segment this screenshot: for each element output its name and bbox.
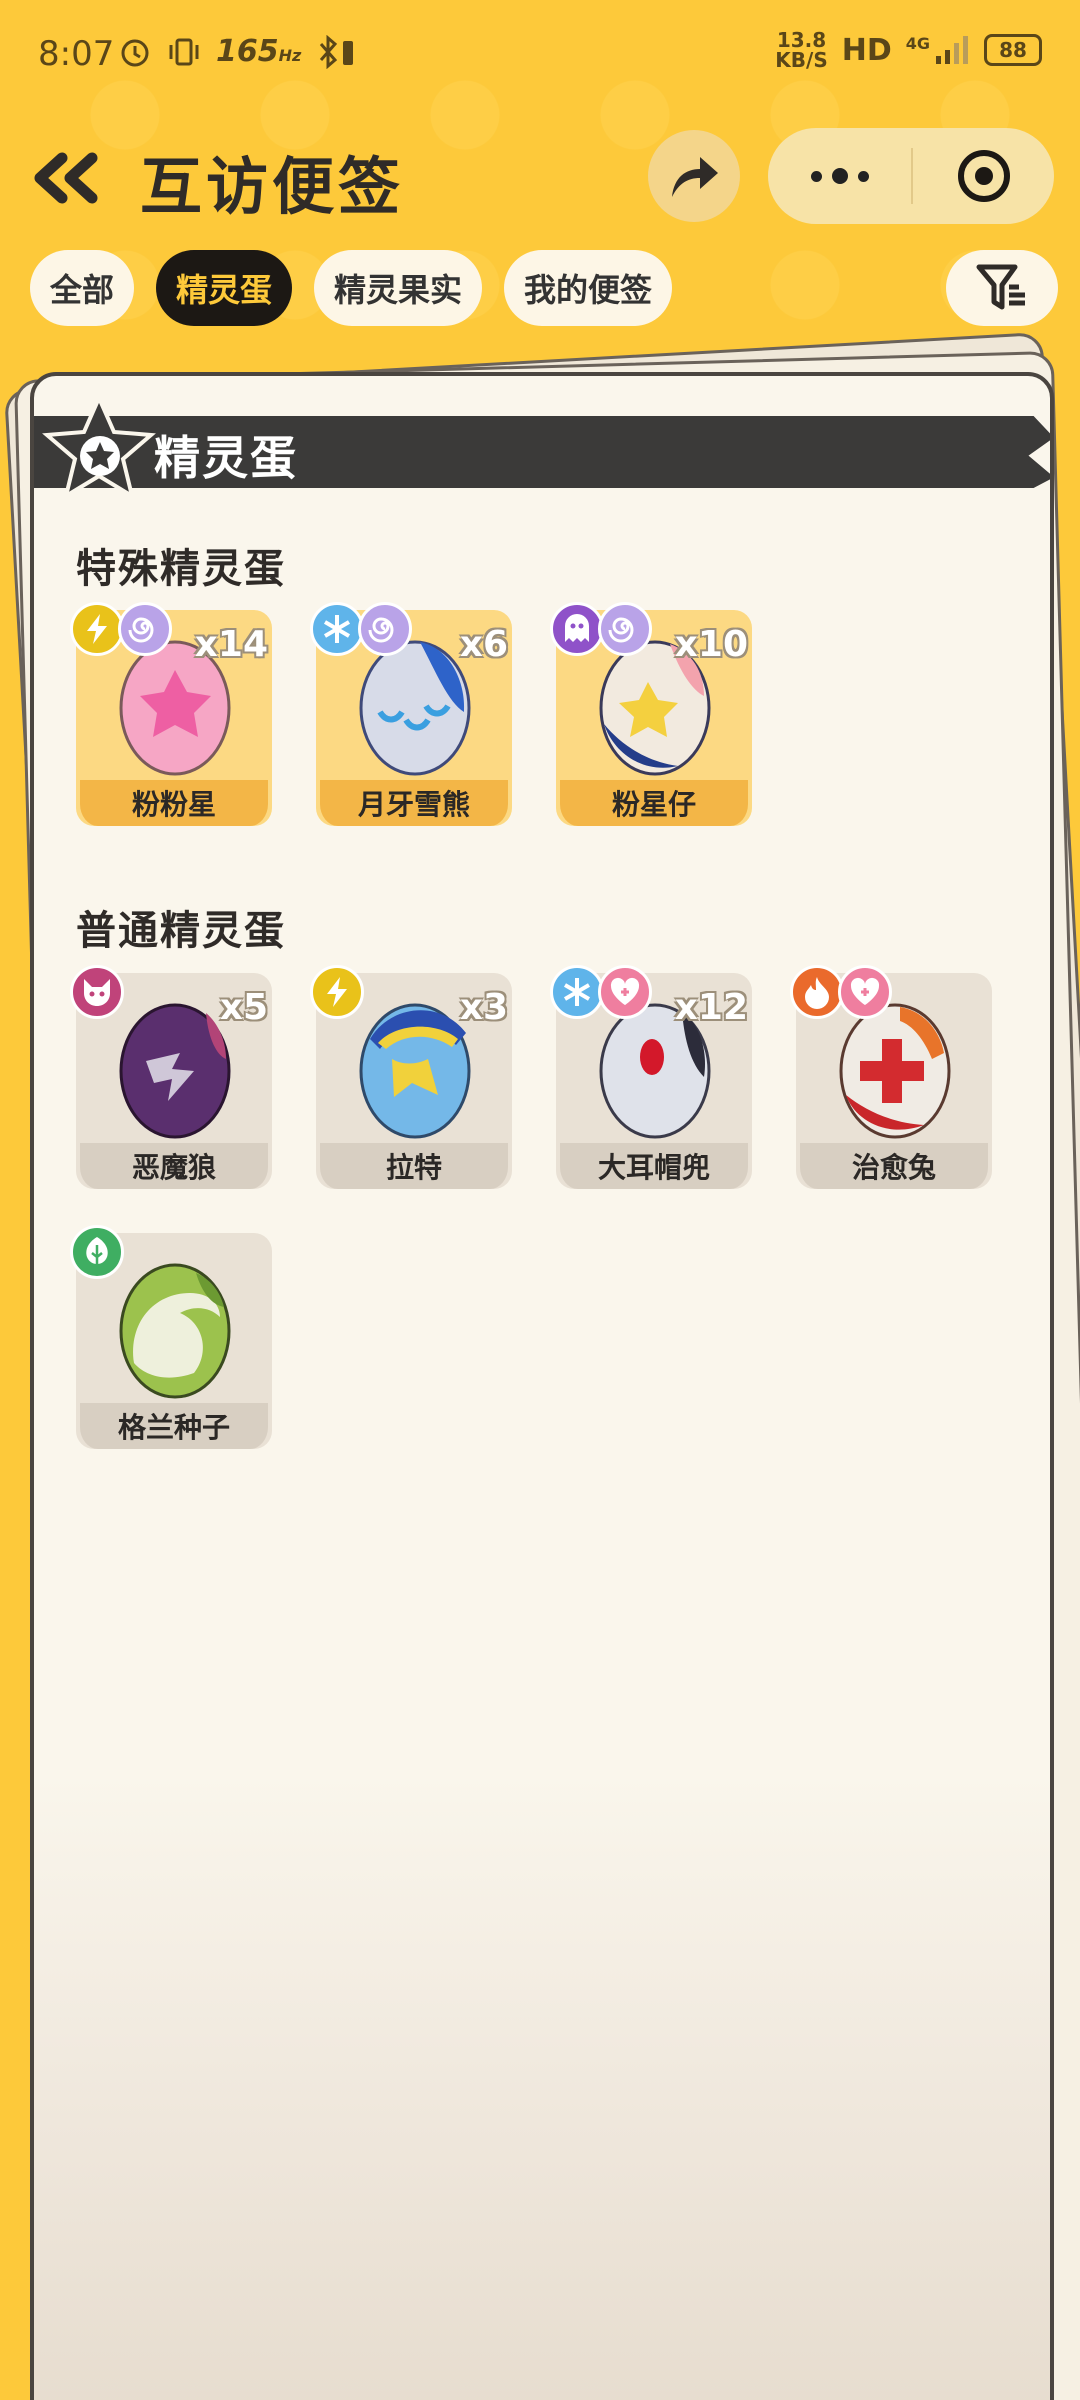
bluetooth-icon xyxy=(320,34,354,69)
ice-type-badge xyxy=(550,965,604,1019)
flame-icon xyxy=(805,977,829,1009)
lightning-icon xyxy=(87,614,107,644)
egg-item[interactable]: x14 粉粉星 xyxy=(70,602,272,830)
snowflake-icon xyxy=(563,978,591,1006)
egg-item[interactable]: x5 恶魔狼 xyxy=(70,965,272,1193)
egg-count: x6 xyxy=(459,624,508,665)
battery-indicator: 88 xyxy=(984,34,1042,66)
status-right-icons: 13.8 KB/S HD 4G 88 xyxy=(775,30,1042,70)
eggs-panel: 精灵蛋 特殊精灵蛋 x14 粉粉星 x6 月牙雪熊 x10 粉星仔 普通精灵蛋 … xyxy=(30,372,1054,2400)
lightning-icon xyxy=(327,977,347,1007)
egg-name: 大耳帽兜 xyxy=(560,1143,748,1189)
egg-name: 拉特 xyxy=(320,1143,508,1189)
ghost-type-badge xyxy=(550,602,604,656)
egg-item[interactable]: x6 月牙雪熊 xyxy=(310,602,512,830)
snowflake-icon xyxy=(323,615,351,643)
tab-all[interactable]: 全部 xyxy=(30,250,135,326)
refresh-rate: 165Hz xyxy=(216,34,302,69)
psychic-type-badge xyxy=(598,602,652,656)
egg-count: x14 xyxy=(194,624,268,665)
leaf-icon xyxy=(86,1237,108,1267)
page-title: 互访便签 xyxy=(140,150,405,223)
egg-name: 治愈兔 xyxy=(800,1143,988,1189)
egg-name: 粉粉星 xyxy=(80,780,268,826)
ice-type-badge xyxy=(310,602,364,656)
close-mini-program-button[interactable] xyxy=(913,128,1054,224)
status-time: 8:07 xyxy=(38,34,115,74)
heart-icon xyxy=(610,977,640,1005)
back-button[interactable] xyxy=(30,148,100,208)
egg-count: x10 xyxy=(674,624,748,665)
psychic-type-badge xyxy=(358,602,412,656)
egg-count: x12 xyxy=(674,987,748,1028)
share-button[interactable] xyxy=(648,130,740,222)
grass-seed-egg-icon xyxy=(119,1263,231,1399)
mini-program-capsule xyxy=(768,128,1054,224)
cute-type-badge xyxy=(838,965,892,1019)
star-badge-icon xyxy=(42,394,156,501)
egg-count: x5 xyxy=(219,987,268,1028)
filter-button[interactable] xyxy=(946,250,1058,326)
demon-type-badge xyxy=(70,965,124,1019)
header: 互访便签 xyxy=(0,120,1080,230)
category-tabs: 全部 精灵蛋 精灵果实 我的便签 xyxy=(30,250,673,326)
signal-icon xyxy=(936,36,968,64)
status-left-icons: 165Hz xyxy=(118,34,359,69)
swirl-icon xyxy=(608,617,634,643)
hd-label: HD xyxy=(841,32,892,68)
egg-item[interactable]: x12 大耳帽兜 xyxy=(550,965,752,1193)
tab-my-notes[interactable]: 我的便签 xyxy=(504,250,673,326)
demon-face-icon xyxy=(84,979,110,1006)
ghost-icon xyxy=(565,614,589,642)
net-speed: 13.8 KB/S xyxy=(775,28,828,72)
egg-name: 月牙雪熊 xyxy=(320,780,508,826)
electric-type-badge xyxy=(310,965,364,1019)
psychic-type-badge xyxy=(118,602,172,656)
more-button[interactable] xyxy=(768,128,911,224)
share-arrow-icon xyxy=(672,157,718,197)
banner-title: 精灵蛋 xyxy=(154,431,298,485)
status-bar: 8:07 165Hz 13.8 KB/S HD 4G 88 xyxy=(0,0,1080,110)
normal-section-title: 普通精灵蛋 xyxy=(76,908,286,954)
filter-funnel-icon xyxy=(976,264,1025,310)
egg-item[interactable]: x3 拉特 xyxy=(310,965,512,1193)
swirl-icon xyxy=(128,617,154,643)
egg-name: 恶魔狼 xyxy=(80,1143,268,1189)
network-type: 4G xyxy=(905,33,930,53)
egg-item[interactable]: x10 粉星仔 xyxy=(550,602,752,830)
tab-eggs[interactable]: 精灵蛋 xyxy=(156,250,293,326)
panel-banner: 精灵蛋 xyxy=(34,416,1050,488)
vibrate-icon xyxy=(169,38,199,65)
egg-item[interactable]: 格兰种子 xyxy=(70,1225,272,1453)
heart-icon xyxy=(850,977,880,1005)
target-circle-icon xyxy=(957,150,1010,202)
special-section-title: 特殊精灵蛋 xyxy=(76,546,286,592)
cute-type-badge xyxy=(598,965,652,1019)
double-chevron-left-icon xyxy=(34,152,98,204)
fire-type-badge xyxy=(790,965,844,1019)
alarm-icon xyxy=(121,39,149,66)
electric-type-badge xyxy=(70,602,124,656)
grass-type-badge xyxy=(70,1225,124,1279)
egg-name: 粉星仔 xyxy=(560,780,748,826)
egg-name: 格兰种子 xyxy=(80,1403,268,1449)
egg-count: x3 xyxy=(459,987,508,1028)
swirl-icon xyxy=(368,617,394,643)
tab-fruits[interactable]: 精灵果实 xyxy=(314,250,483,326)
egg-item[interactable]: 治愈兔 xyxy=(790,965,992,1193)
